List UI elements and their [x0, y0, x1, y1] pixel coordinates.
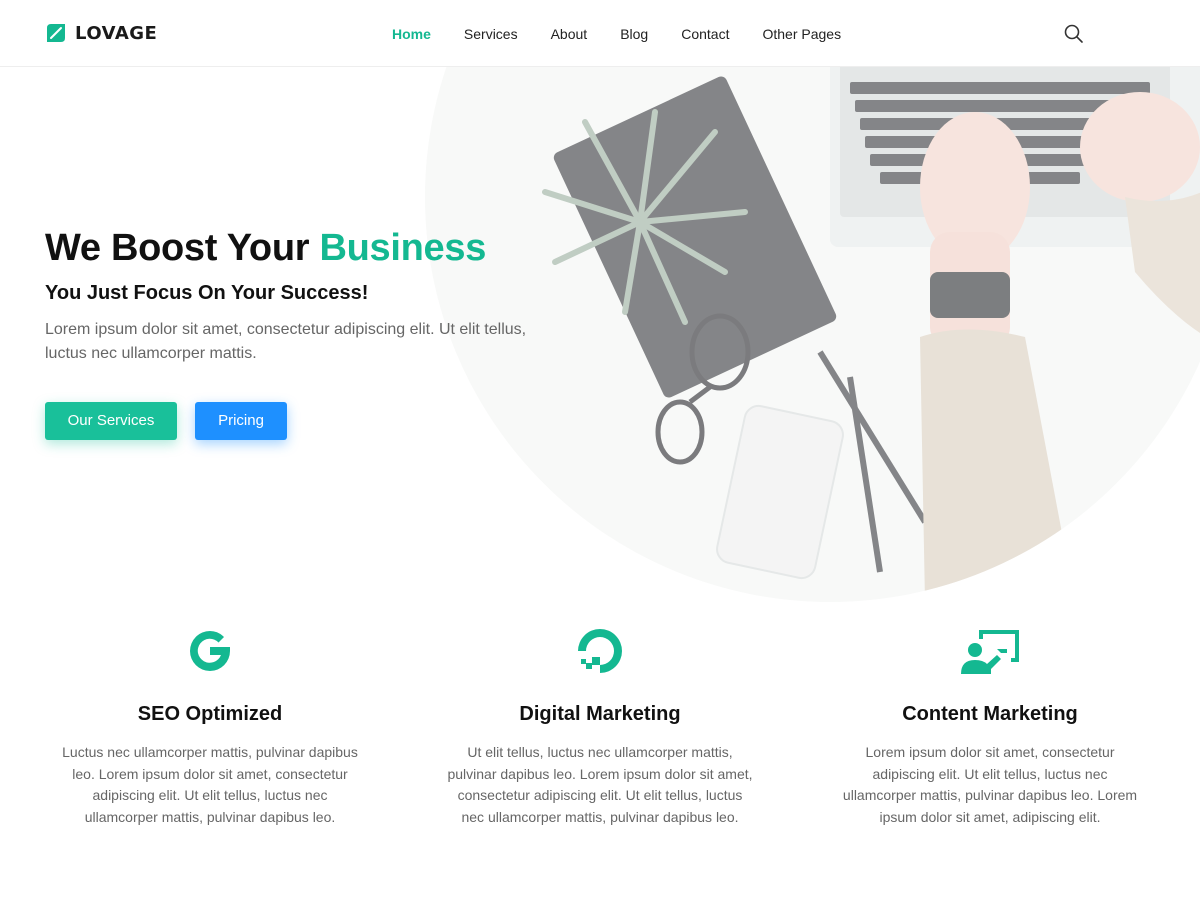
- site-header: LOVAGE Home Services About Blog Contact …: [0, 0, 1200, 67]
- hero-subtitle: You Just Focus On Your Success!: [45, 282, 369, 304]
- feature-title: SEO Optimized: [137, 703, 283, 725]
- site-logo[interactable]: LOVAGE: [45, 21, 157, 45]
- feature-seo: SEO Optimized Luctus nec ullamcorper mat…: [45, 625, 375, 828]
- feature-text: Ut elit tellus, luctus nec ullamcorper m…: [447, 744, 753, 825]
- leaf-logo-icon: [47, 24, 65, 42]
- main-nav: Home Services About Blog Contact Other P…: [392, 24, 874, 44]
- feature-text: Luctus nec ullamcorper mattis, pulvinar …: [62, 744, 358, 825]
- hero-content: We Boost Your Business You Just Focus On…: [45, 225, 565, 440]
- our-services-button[interactable]: Our Services: [45, 402, 177, 440]
- digitalocean-icon: [578, 629, 622, 673]
- hero-title: We Boost Your Business: [45, 225, 565, 271]
- feature-content-marketing: Content Marketing Lorem ipsum dolor sit …: [825, 625, 1155, 828]
- nav-other-pages[interactable]: Other Pages: [762, 24, 841, 44]
- hero-buttons: Our Services Pricing: [45, 402, 565, 440]
- hero-title-main: We Boost Your: [45, 227, 310, 269]
- nav-contact[interactable]: Contact: [681, 24, 729, 44]
- nav-about[interactable]: About: [551, 24, 588, 44]
- nav-blog[interactable]: Blog: [620, 24, 648, 44]
- hero-title-accent: Business: [319, 227, 487, 269]
- nav-home[interactable]: Home: [392, 24, 431, 44]
- search-icon[interactable]: [1062, 22, 1086, 46]
- features-section: SEO Optimized Luctus nec ullamcorper mat…: [45, 625, 1155, 828]
- brand-name: LOVAGE: [75, 22, 158, 44]
- nav-services[interactable]: Services: [464, 24, 518, 44]
- feature-title: Digital Marketing: [519, 703, 681, 725]
- hero-description: Lorem ipsum dolor sit amet, consectetur …: [45, 321, 527, 362]
- pricing-button[interactable]: Pricing: [195, 402, 287, 440]
- feature-title: Content Marketing: [902, 703, 1078, 725]
- google-g-icon: [190, 631, 230, 671]
- presenter-icon: [961, 630, 1019, 674]
- feature-text: Lorem ipsum dolor sit amet, consectetur …: [842, 744, 1138, 825]
- feature-digital-marketing: Digital Marketing Ut elit tellus, luctus…: [435, 625, 765, 828]
